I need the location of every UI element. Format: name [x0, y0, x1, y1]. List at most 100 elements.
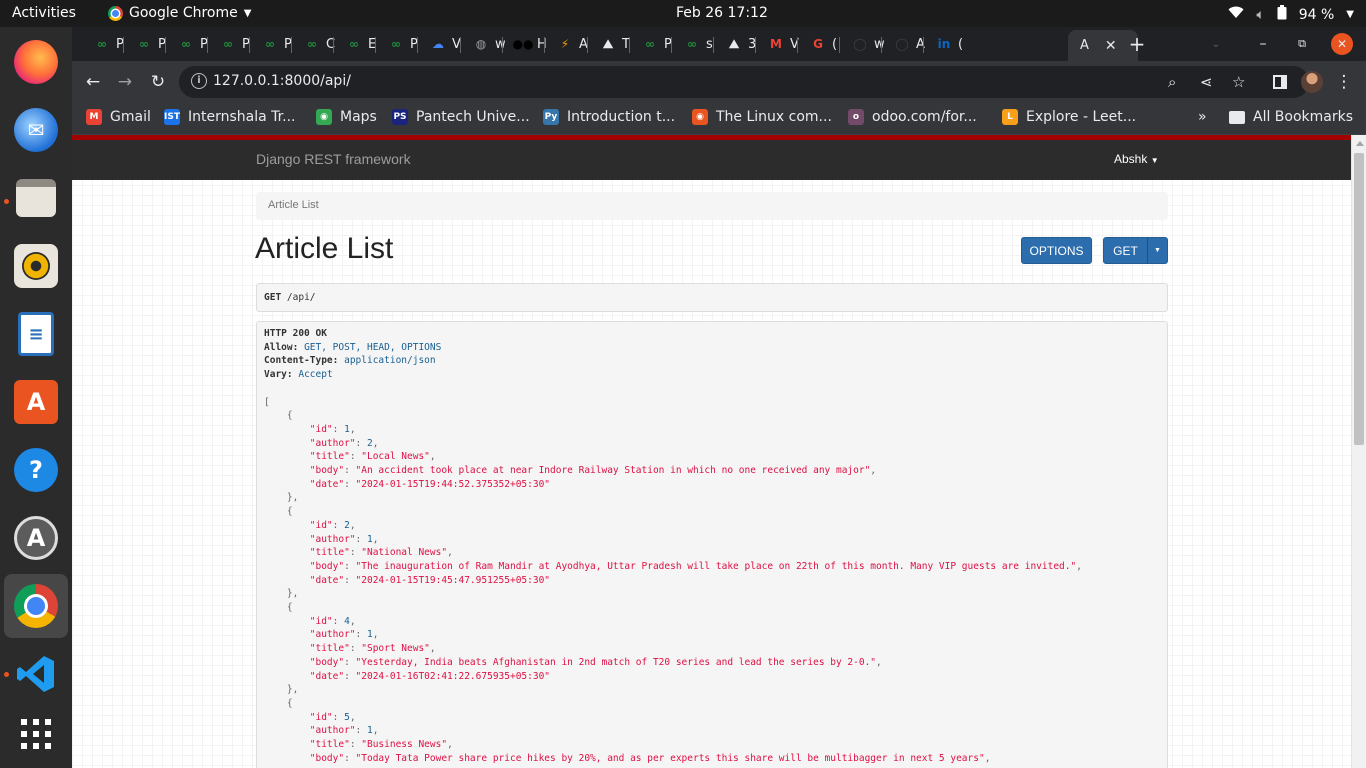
scroll-up-arrow-icon[interactable] — [1356, 141, 1364, 146]
address-bar[interactable]: i 127.0.0.1:8000/api/ ⌕ ⋖ ☆ — [179, 66, 1309, 98]
response-header-name: Vary: — [264, 369, 293, 381]
all-bookmarks-label: All Bookmarks — [1253, 109, 1354, 125]
options-button[interactable]: OPTIONS — [1021, 237, 1092, 264]
json-key: "date" — [309, 670, 345, 682]
dock-show-apps[interactable] — [4, 702, 68, 766]
tab[interactable]: ⛰ T — [588, 30, 630, 58]
page-scrollbar[interactable] — [1351, 135, 1366, 768]
bookmark-item[interactable]: ◉ Maps — [316, 109, 377, 125]
tab[interactable]: ⚡ A — [545, 30, 588, 58]
browser-toolbar: ← → ↻ i 127.0.0.1:8000/api/ ⌕ ⋖ ☆ ⋮ — [72, 61, 1366, 103]
dock-rhythmbox[interactable] — [4, 234, 68, 298]
bookmark-star-icon[interactable]: ☆ — [1232, 73, 1245, 91]
bookmark-label: Pantech Unive... — [416, 109, 530, 125]
tab[interactable]: ◯ A — [882, 30, 925, 58]
tab[interactable]: G( — [798, 30, 837, 58]
tab[interactable]: ☁ V — [418, 30, 461, 58]
bookmark-item[interactable]: IST Internshala Tr... — [164, 109, 295, 125]
user-menu[interactable]: Abshk ▼ — [1114, 152, 1159, 166]
minimize-button[interactable]: – — [1252, 33, 1274, 55]
tab[interactable]: ∞ C — [292, 30, 335, 58]
site-info-icon[interactable]: i — [191, 73, 207, 89]
tab[interactable]: ∞ P — [376, 30, 418, 58]
json-comma: , — [349, 615, 356, 627]
bookmark-favicon-icon: o — [848, 109, 864, 125]
close-window-button[interactable]: ✕ — [1331, 33, 1353, 55]
side-panel-button[interactable] — [1268, 70, 1292, 94]
get-button[interactable]: GET — [1103, 237, 1148, 264]
json-key: "id" — [309, 519, 333, 531]
zoom-search-icon[interactable]: ⌕ — [1168, 73, 1176, 91]
json-comma: , — [429, 643, 436, 655]
tab-search-button[interactable]: ⌄ — [1205, 33, 1227, 55]
tab-separator — [544, 37, 545, 53]
tab[interactable]: ●● H — [503, 30, 547, 58]
tab[interactable]: ◯ w — [840, 30, 884, 58]
new-tab-button[interactable]: + — [1126, 32, 1148, 56]
plus-icon: + — [1128, 32, 1146, 56]
back-button[interactable]: ← — [81, 70, 105, 94]
json-colon: : — [349, 643, 362, 655]
app-menu[interactable]: Google Chrome ▼ — [108, 5, 251, 21]
tab-favicon-icon: ☁ — [432, 37, 444, 51]
profile-button[interactable] — [1300, 70, 1324, 94]
tab-favicon-icon: ∞ — [349, 37, 359, 51]
json-key: "author" — [309, 629, 356, 641]
json-key: "body" — [309, 752, 345, 764]
json-key: "title" — [309, 643, 350, 655]
dock-software-updater[interactable]: A — [4, 506, 68, 570]
json-colon: : — [355, 629, 367, 641]
json-brace: { — [286, 410, 293, 422]
bookmark-item[interactable]: ◉ The Linux com... — [692, 109, 832, 125]
dock-thunderbird[interactable]: ✉ — [4, 98, 68, 162]
side-panel-icon — [1273, 75, 1287, 89]
reload-button[interactable]: ↻ — [146, 70, 170, 94]
bookmark-item[interactable]: L Explore - Leet... — [1002, 109, 1136, 125]
tab[interactable]: MV — [756, 30, 799, 58]
tab[interactable]: ∞ P — [250, 30, 292, 58]
tab[interactable]: in ( — [924, 30, 963, 58]
get-format-dropdown[interactable]: ▼ — [1147, 237, 1168, 264]
close-icon[interactable]: ✕ — [1105, 38, 1117, 54]
tab[interactable]: ∞ P — [166, 30, 208, 58]
json-key: "body" — [309, 560, 345, 572]
tab[interactable]: ⛰ 3 — [714, 30, 756, 58]
json-value: "National News" — [361, 547, 448, 559]
dock-help[interactable]: ? — [4, 438, 68, 502]
tab-favicon-icon: G — [813, 37, 823, 51]
tab[interactable]: ◍ w — [461, 30, 506, 58]
json-value: "Yesterday, India beats Afghanistan in 2… — [355, 656, 877, 668]
dock-firefox[interactable] — [4, 30, 68, 94]
tab[interactable]: ∞ s — [672, 30, 713, 58]
tab[interactable]: ∞ P — [208, 30, 250, 58]
bookmark-item[interactable]: o odoo.com/for... — [848, 109, 977, 125]
dock-chrome[interactable] — [4, 574, 68, 638]
all-bookmarks-button[interactable]: All Bookmarks — [1229, 109, 1353, 125]
tab-title: ( — [958, 36, 964, 52]
bookmark-item[interactable]: M Gmail — [86, 109, 151, 125]
bookmark-favicon-icon: ◉ — [316, 109, 332, 125]
dock-vscode[interactable] — [4, 642, 68, 706]
activities-button[interactable]: Activities — [12, 5, 76, 21]
tab[interactable]: ∞ P — [82, 30, 124, 58]
chrome-menu-button[interactable]: ⋮ — [1332, 70, 1356, 94]
tab[interactable]: ∞ E — [334, 30, 376, 58]
tab-separator — [123, 37, 124, 53]
close-icon: ✕ — [1336, 37, 1348, 51]
bookmark-item[interactable]: PS Pantech Unive... — [392, 109, 530, 125]
system-tray[interactable]: 🔈︎ 94 % ▼ — [1228, 5, 1354, 24]
forward-button[interactable]: → — [113, 70, 137, 94]
drf-brand-link[interactable]: Django REST framework — [256, 151, 411, 167]
dock-app-center[interactable]: A — [4, 370, 68, 434]
maximize-button[interactable]: ⧉ — [1291, 33, 1313, 55]
tab[interactable]: ∞ P — [124, 30, 166, 58]
dock-files[interactable] — [4, 166, 68, 230]
bookmark-item[interactable]: Py Introduction t... — [543, 109, 675, 125]
more-bookmarks-button[interactable]: » — [1198, 109, 1207, 125]
tab-separator — [417, 37, 418, 53]
clock[interactable]: Feb 26 17:12 — [676, 5, 768, 21]
dock-writer[interactable]: ≡ — [4, 302, 68, 366]
tab[interactable]: ∞ P — [630, 30, 672, 58]
scrollbar-thumb[interactable] — [1354, 153, 1364, 445]
share-icon[interactable]: ⋖ — [1200, 73, 1213, 91]
